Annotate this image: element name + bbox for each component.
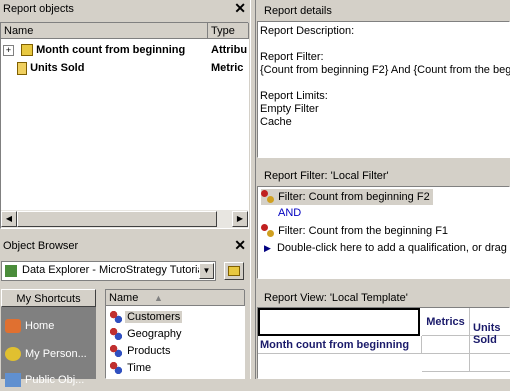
home-icon <box>5 319 21 334</box>
report-details-text: Report Description: Report Filter: {Coun… <box>260 25 510 128</box>
report-view-header: Report View: 'Local Template' <box>258 289 510 307</box>
attribute-icon <box>21 44 34 57</box>
object-browser-header: Object Browser ✕ <box>0 237 250 255</box>
source-dropdown[interactable]: Data Explorer - MicroStrategy Tutoria ▼ <box>1 261 216 281</box>
metric-icon <box>17 61 27 75</box>
person-icon <box>5 347 21 362</box>
filter-icon <box>261 190 275 204</box>
report-objects-title: Report objects <box>3 3 74 15</box>
shortcuts-button[interactable]: My Shortcuts <box>1 289 96 307</box>
triangle-right-icon: ▶ <box>264 243 271 253</box>
grid-cell <box>422 354 470 372</box>
grid-cell <box>422 336 470 354</box>
report-objects-header: Report objects ✕ <box>0 0 250 18</box>
column-header-name[interactable]: Name ▲ <box>106 290 245 306</box>
scroll-left-icon[interactable]: ◀ <box>1 211 17 227</box>
public-objects-icon <box>5 373 21 388</box>
item-label: Time <box>127 362 152 374</box>
report-details-panel: Report Description: Report Filter: {Coun… <box>257 21 510 158</box>
list-item[interactable]: Time <box>110 361 153 376</box>
filter-item[interactable]: Filter: Count from the beginning F1 <box>261 223 448 239</box>
column-header-name[interactable]: Name <box>1 23 208 39</box>
vertical-splitter[interactable] <box>250 0 256 379</box>
item-label: Geography <box>127 328 182 340</box>
hierarchy-icon <box>110 345 122 358</box>
row-attribute-header[interactable]: Month count from beginning <box>258 336 422 354</box>
list-item[interactable]: Geography <box>110 327 184 342</box>
grid-cell <box>470 336 510 354</box>
report-filter-header: Report Filter: 'Local Filter' <box>258 167 510 185</box>
folder-icon <box>228 266 240 276</box>
scroll-right-icon[interactable]: ▶ <box>232 211 248 227</box>
hierarchy-icon <box>110 328 122 341</box>
list-item[interactable]: Units Sold Metric <box>3 60 249 77</box>
folder-up-button[interactable] <box>224 262 244 280</box>
operator-and[interactable]: AND <box>278 207 301 219</box>
object-list: Name ▲ Customers Geography Products Time <box>105 289 245 379</box>
object-browser-title: Object Browser <box>3 240 79 252</box>
list-item[interactable]: Products <box>110 344 172 359</box>
report-filter-panel: Filter: Count from beginning F2 AND Filt… <box>257 186 510 279</box>
report-details-header: Report details <box>258 2 510 20</box>
row-type: Metric <box>211 62 244 74</box>
shortcut-home[interactable]: Home <box>5 315 54 337</box>
hierarchy-icon <box>110 311 122 324</box>
expand-icon[interactable]: + <box>3 44 14 56</box>
source-value: Data Explorer - MicroStrategy Tutoria <box>22 264 204 276</box>
metric-column-header[interactable]: Units Sold <box>470 308 510 346</box>
filter-icon <box>261 224 275 238</box>
report-details-title: Report details <box>264 5 332 17</box>
filter-item[interactable]: Filter: Count from beginning F2 <box>261 189 433 205</box>
sort-icon: ▲ <box>154 293 163 303</box>
report-filter-title: Report Filter: 'Local Filter' <box>264 170 389 182</box>
chevron-down-icon[interactable]: ▼ <box>199 263 214 279</box>
report-view-grid: Metrics Units Sold Month count from begi… <box>257 307 510 379</box>
metrics-header[interactable]: Metrics <box>422 308 470 336</box>
hierarchy-icon <box>110 362 122 375</box>
report-objects-panel: Name Type + Month count from beginning A… <box>0 22 249 229</box>
list-item[interactable]: + Month count from beginning Attribu <box>3 42 249 59</box>
row-name: Units Sold <box>30 62 85 74</box>
list-item[interactable]: Customers <box>110 310 183 325</box>
scroll-thumb[interactable] <box>17 211 217 227</box>
horizontal-scrollbar[interactable]: ◀ ▶ <box>1 210 248 228</box>
shortcut-my-personal[interactable]: My Person... <box>5 343 87 365</box>
grid-corner-cell[interactable] <box>258 308 420 336</box>
column-header-type[interactable]: Type <box>208 23 249 39</box>
add-qualification-hint[interactable]: ▶ Double-click here to add a qualificati… <box>264 240 510 256</box>
data-explorer-icon <box>5 265 17 277</box>
row-type: Attribu <box>211 44 248 56</box>
row-name: Month count from beginning <box>36 44 186 56</box>
shortcuts-sidebar: Home My Person... Public Obj... <box>1 307 96 388</box>
item-label: Products <box>127 345 171 357</box>
grid-cell <box>470 354 510 372</box>
close-icon[interactable]: ✕ <box>234 237 246 254</box>
shortcut-public-objects[interactable]: Public Obj... <box>5 369 84 391</box>
item-label: Customers <box>125 311 183 323</box>
report-view-title: Report View: 'Local Template' <box>264 292 408 304</box>
close-icon[interactable]: ✕ <box>234 0 246 17</box>
